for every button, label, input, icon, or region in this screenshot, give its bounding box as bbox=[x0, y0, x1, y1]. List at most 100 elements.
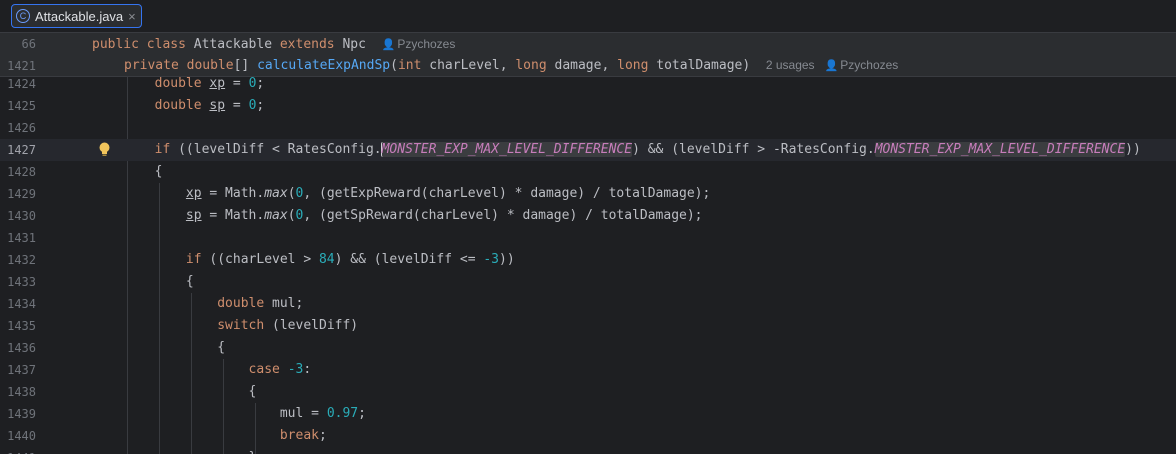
code-line[interactable]: 1439 mul = 0.97; bbox=[0, 403, 1176, 425]
code-line[interactable]: 1426 bbox=[0, 117, 1176, 139]
code-token: sp bbox=[209, 98, 226, 113]
code-line[interactable]: 1432 if ((charLevel > 84) && (levelDiff … bbox=[0, 249, 1176, 271]
code-line[interactable]: 1436 { bbox=[0, 337, 1176, 359]
code-line[interactable]: 1434 double mul; bbox=[0, 293, 1176, 315]
author-name: Pzychozes bbox=[397, 36, 456, 51]
line-number[interactable]: 1436 bbox=[0, 341, 36, 355]
line-number[interactable]: 1425 bbox=[0, 99, 36, 113]
line-number[interactable]: 1431 bbox=[0, 231, 36, 245]
code-line[interactable]: 1431 bbox=[0, 227, 1176, 249]
code-line[interactable]: 1424 double xp = 0; bbox=[0, 77, 1176, 95]
line-number[interactable]: 1437 bbox=[0, 363, 36, 377]
author-hint[interactable]: 👤 Pzychozes bbox=[382, 37, 456, 51]
code-token: ) && (levelDiff > -RatesConfig. bbox=[632, 142, 875, 157]
code-token: )) bbox=[1125, 142, 1141, 157]
line-number[interactable]: 1435 bbox=[0, 319, 36, 333]
code-line[interactable]: 1440 break; bbox=[0, 425, 1176, 447]
code-text: mul = 0.97; bbox=[92, 406, 366, 421]
code-token: { bbox=[92, 340, 226, 355]
sticky-line-class[interactable]: 66 public class Attackable extends Npc 👤… bbox=[0, 33, 1176, 55]
code-token: mul = bbox=[92, 406, 327, 421]
code-line[interactable]: 1437 case -3: bbox=[0, 359, 1176, 381]
code-editor[interactable]: 1424 double xp = 0; 1425 double sp = 0; 14… bbox=[0, 77, 1176, 454]
line-number: 66 bbox=[21, 37, 36, 51]
sticky-line-method[interactable]: 1421 private double[] calculateExpAndSp(… bbox=[0, 55, 1176, 77]
code-token: damage, bbox=[554, 58, 618, 73]
code-line[interactable]: 1429 xp = Math.max(0, (getExpReward(char… bbox=[0, 183, 1176, 205]
code-token: public class bbox=[92, 36, 194, 52]
code-token: { bbox=[92, 164, 163, 179]
tab-attackable-java[interactable]: C Attackable.java × bbox=[11, 4, 142, 28]
line-number[interactable]: 1439 bbox=[0, 407, 36, 421]
code-line[interactable]: 1433 { bbox=[0, 271, 1176, 293]
code-line[interactable]: 1438 { bbox=[0, 381, 1176, 403]
code-token: } bbox=[92, 450, 257, 454]
code-token: switch bbox=[217, 318, 273, 333]
code-text: if ((charLevel > 84) && (levelDiff <= -3… bbox=[92, 252, 515, 267]
code-line[interactable]: 1435 switch (levelDiff) bbox=[0, 315, 1176, 337]
code-token: xp bbox=[185, 186, 202, 201]
code-token: extends bbox=[279, 36, 343, 52]
line-number: 1421 bbox=[7, 58, 36, 73]
code-token: if bbox=[185, 252, 210, 267]
code-line[interactable]: 1428 { bbox=[0, 161, 1176, 183]
code-text: case -3: bbox=[92, 362, 312, 377]
code-token: , (getSpReward(charLevel) * damage) / to… bbox=[303, 208, 703, 223]
line-number[interactable]: 1426 bbox=[0, 121, 36, 135]
line-number[interactable]: 1434 bbox=[0, 297, 36, 311]
author-name: Pzychozes bbox=[840, 58, 899, 72]
code-token: = Math. bbox=[201, 208, 265, 223]
code-text: double mul; bbox=[92, 296, 303, 311]
code-token: case bbox=[248, 362, 288, 377]
code-text: { bbox=[92, 340, 225, 355]
code-token: 84 bbox=[318, 252, 335, 267]
line-number[interactable]: 1438 bbox=[0, 385, 36, 399]
line-number[interactable]: 1427 bbox=[0, 143, 36, 157]
code-token: ( bbox=[287, 186, 296, 201]
code-token: long bbox=[617, 58, 657, 73]
line-number[interactable]: 1424 bbox=[0, 77, 36, 91]
code-token: , (getExpReward(charLevel) * damage) / t… bbox=[303, 186, 711, 201]
code-text: { bbox=[92, 164, 163, 179]
code-text: break; bbox=[92, 428, 327, 443]
code-token: ( bbox=[390, 58, 398, 73]
line-number[interactable]: 1432 bbox=[0, 253, 36, 267]
line-number[interactable]: 1440 bbox=[0, 429, 36, 443]
code-token: int bbox=[397, 58, 430, 73]
line-number[interactable]: 1429 bbox=[0, 187, 36, 201]
code-token: MONSTER_EXP_MAX_LEVEL_DIFFERENCE bbox=[874, 142, 1126, 157]
code-token: ((charLevel > bbox=[209, 252, 319, 267]
line-number[interactable]: 1433 bbox=[0, 275, 36, 289]
code-token: double bbox=[154, 77, 210, 91]
usages-hint[interactable]: 2 usages bbox=[766, 58, 825, 72]
code-token: ((levelDiff < RatesConfig. bbox=[178, 142, 382, 157]
editor-tab-bar: C Attackable.java × bbox=[0, 0, 1176, 33]
code-token: ( bbox=[287, 208, 296, 223]
code-line[interactable]: 1427 if ((levelDiff < RatesConfig.MONSTE… bbox=[0, 139, 1176, 161]
line-number[interactable]: 1428 bbox=[0, 165, 36, 179]
code-token: sp bbox=[185, 208, 202, 223]
code-token: MONSTER_EXP_MAX_LEVEL_DIFFERENCE bbox=[380, 142, 633, 157]
code-text: sp = Math.max(0, (getSpReward(charLevel)… bbox=[92, 208, 703, 223]
code-token: Attackable bbox=[193, 36, 280, 52]
code-token: { bbox=[92, 384, 257, 399]
code-token: (levelDiff) bbox=[272, 318, 359, 333]
code-token: = bbox=[225, 77, 249, 91]
code-line[interactable]: 1425 double sp = 0; bbox=[0, 95, 1176, 117]
code-line[interactable]: 1441 } bbox=[0, 447, 1176, 454]
author-hint[interactable]: 👤 Pzychozes bbox=[825, 58, 899, 72]
code-token: -3 bbox=[483, 252, 500, 267]
code-line[interactable]: 1430 sp = Math.max(0, (getSpReward(charL… bbox=[0, 205, 1176, 227]
close-icon[interactable]: × bbox=[128, 9, 136, 24]
code-token: -3 bbox=[287, 362, 304, 377]
line-number[interactable]: 1430 bbox=[0, 209, 36, 223]
